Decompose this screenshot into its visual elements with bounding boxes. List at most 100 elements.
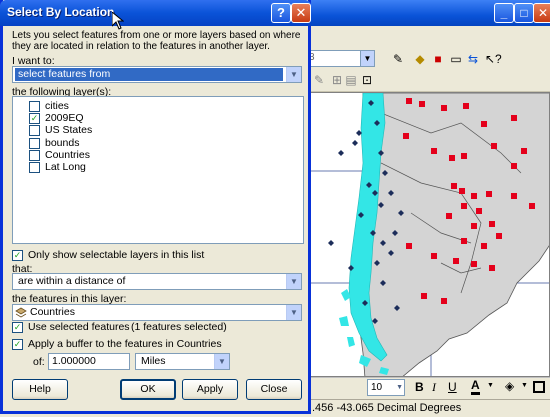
layer-icon[interactable]: ◆ (412, 51, 428, 67)
dialog-title: Select By Location (7, 5, 115, 19)
earthquake-marker (521, 148, 527, 154)
apply-buffer-label: Apply a buffer to the features in Countr… (28, 338, 222, 350)
earthquake-marker (403, 133, 409, 139)
tools-toolbar: ✎ ⊞ ▤ ⊡ (305, 68, 550, 92)
earthquake-marker (461, 238, 467, 244)
sketch-icon[interactable]: ▤ (343, 72, 359, 88)
layer-checkbox[interactable] (29, 125, 40, 136)
selection-method-value: select features from (15, 68, 283, 81)
dialog-titlebar[interactable]: Select By Location ? ✕ (0, 0, 311, 26)
polygon-layer-icon (15, 307, 27, 318)
checkmark-icon[interactable]: ✓ (12, 250, 23, 261)
ok-button[interactable]: OK (120, 379, 176, 400)
line-color-icon[interactable] (533, 381, 545, 393)
selected-count-text: (1 features selected) (131, 321, 227, 333)
help-button[interactable]: Help (12, 379, 68, 400)
city-marker (338, 150, 344, 156)
buffer-units-value: Miles (141, 355, 166, 367)
earthquake-marker (453, 258, 459, 264)
fill-color-icon[interactable]: ◈ (505, 379, 514, 393)
earthquake-marker (431, 148, 437, 154)
bold-button[interactable]: B (415, 380, 424, 394)
selection-method-dropdown[interactable]: select features from ▼ (12, 66, 302, 83)
layer-label: US States (45, 124, 93, 136)
spatial-relation-dropdown[interactable]: are within a distance of ▼ (12, 273, 302, 290)
earthquake-marker (491, 143, 497, 149)
earthquake-marker (486, 191, 492, 197)
earthquake-marker (476, 208, 482, 214)
select-by-location-dialog: Select By Location ? ✕ Lets you select f… (0, 0, 311, 414)
earthquake-marker (481, 243, 487, 249)
earthquake-marker (446, 213, 452, 219)
window-icon[interactable]: ▭ (448, 51, 464, 67)
model-icon[interactable]: ⇆ (465, 51, 481, 67)
city-marker (328, 240, 334, 246)
earthquake-marker (441, 298, 447, 304)
status-bar: .456 -43.065 Decimal Degrees (300, 399, 550, 417)
chevron-down-icon: ▼ (396, 384, 403, 391)
earthquake-marker (471, 193, 477, 199)
minimize-button[interactable]: _ (494, 3, 514, 23)
close-button[interactable]: Close (246, 379, 302, 400)
find-icon[interactable]: ⊡ (359, 72, 375, 88)
earthquake-marker (511, 193, 517, 199)
buffer-units-dropdown[interactable]: Miles ▼ (135, 353, 230, 370)
earthquake-marker (471, 223, 477, 229)
source-layer-value: Countries (30, 306, 75, 318)
layer-label: Lat Long (45, 161, 86, 173)
checkmark-icon[interactable]: ✓ (29, 113, 40, 124)
draw-toolbar: 10 ▼ B I U A ▼ ◈ ▼ (305, 378, 550, 398)
checkmark-icon[interactable]: ✓ (12, 322, 23, 333)
layer-checkbox[interactable] (29, 162, 40, 173)
target-layers-list[interactable]: cities ✓ 2009EQ US States bounds Countri… (12, 96, 304, 244)
earthquake-marker (459, 188, 465, 194)
edit-tool-icon[interactable]: ✎ (311, 72, 327, 88)
city-marker (352, 140, 358, 146)
checkmark-icon[interactable]: ✓ (12, 339, 23, 350)
apply-button[interactable]: Apply (182, 379, 238, 400)
editor-icon[interactable]: ✎ (390, 51, 406, 67)
earthquake-marker (489, 221, 495, 227)
earthquake-marker (481, 121, 487, 127)
font-color-button[interactable]: A (471, 379, 480, 395)
earthquake-marker (489, 265, 495, 271)
earthquake-marker (529, 203, 535, 209)
earthquake-marker (406, 98, 412, 104)
earthquake-marker (463, 103, 469, 109)
chevron-down-icon: ▼ (521, 382, 528, 389)
italic-button[interactable]: I (432, 380, 436, 395)
chevron-down-icon: ▼ (286, 305, 301, 320)
buffer-distance-input[interactable]: 1.000000 (48, 353, 130, 370)
layer-checkbox[interactable] (29, 101, 40, 112)
font-size-value: 10 (371, 382, 383, 393)
source-layer-dropdown[interactable]: Countries ▼ (12, 304, 302, 321)
chevron-down-icon: ▼ (360, 51, 374, 66)
arcmap-titlebar: _ □ ✕ (300, 0, 550, 26)
chevron-down-icon: ▼ (286, 67, 301, 82)
map-view[interactable] (310, 92, 550, 377)
map-canvas (311, 93, 549, 376)
dialog-description: Lets you select features from one or mor… (12, 30, 301, 52)
font-size-combo[interactable]: 10 ▼ (367, 379, 405, 396)
scale-combo[interactable]: 3 ▼ (305, 50, 375, 67)
help-question-button[interactable]: ? (271, 3, 291, 23)
arcmap-close-button[interactable]: ✕ (533, 3, 550, 23)
earthquake-marker (451, 183, 457, 189)
layer-checkbox[interactable] (29, 150, 40, 161)
use-selected-label: Use selected features (28, 321, 130, 333)
earthquake-marker (461, 203, 467, 209)
maximize-button[interactable]: □ (514, 3, 534, 23)
toolbox-icon[interactable]: ■ (430, 51, 446, 67)
chevron-down-icon: ▼ (487, 382, 494, 389)
earthquake-marker (441, 105, 447, 111)
underline-button[interactable]: U (448, 380, 457, 394)
earthquake-marker (421, 293, 427, 299)
whats-this-icon[interactable]: ↖? (485, 51, 502, 67)
layer-checkbox[interactable] (29, 138, 40, 149)
only-selectable-label: Only show selectable layers in this list (28, 249, 205, 261)
earthquake-marker (471, 261, 477, 267)
dialog-close-button[interactable]: ✕ (291, 3, 311, 23)
earthquake-marker (496, 233, 502, 239)
earthquake-marker (406, 243, 412, 249)
earthquake-marker (461, 153, 467, 159)
